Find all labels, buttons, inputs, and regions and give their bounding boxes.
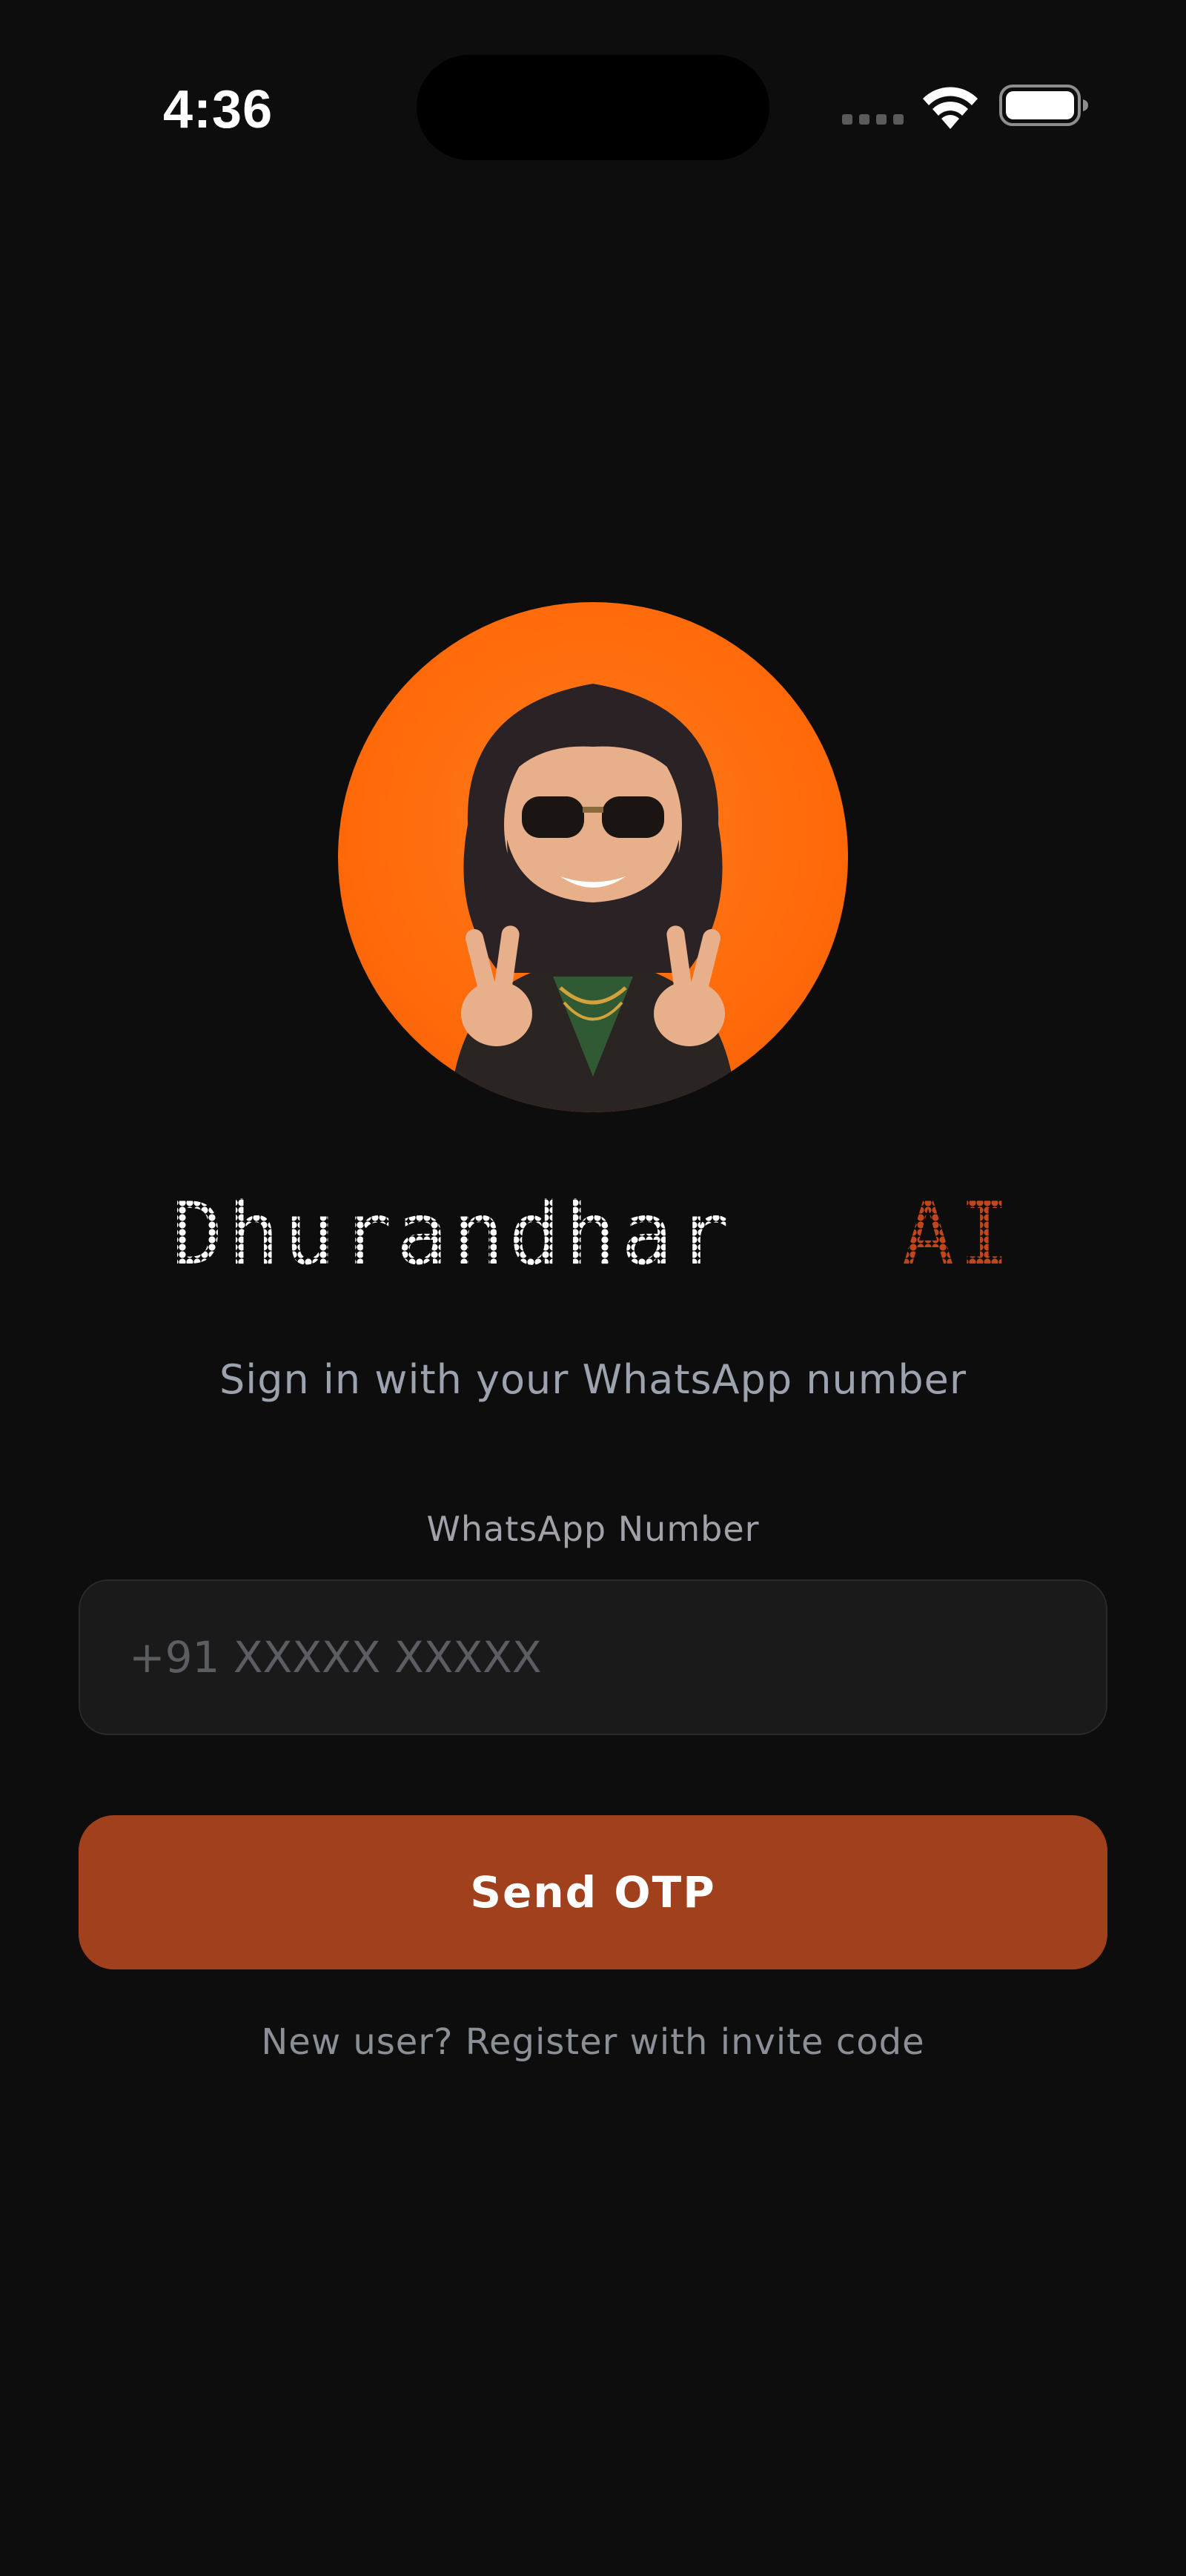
subtitle: Sign in with your WhatsApp number: [219, 1356, 967, 1403]
wifi-icon: [923, 87, 978, 129]
app-title-accent: AI: [902, 1184, 1015, 1284]
register-with-invite-link[interactable]: New user? Register with invite code: [0, 2018, 1186, 2066]
dynamic-island: [417, 55, 769, 160]
avatar-icon: [449, 684, 737, 1112]
whatsapp-number-input[interactable]: [79, 1579, 1107, 1735]
send-otp-button[interactable]: Send OTP: [79, 1815, 1107, 1969]
whatsapp-number-label: WhatsApp Number: [426, 1509, 760, 1549]
avatar: [338, 602, 848, 1112]
status-time: 4:36: [163, 80, 274, 139]
app-title: Dhurandhar AI: [0, 1186, 1186, 1283]
battery-icon: [999, 85, 1088, 126]
app-title-main: Dhurandhar: [171, 1184, 734, 1284]
cellular-signal-icon: [842, 114, 904, 125]
